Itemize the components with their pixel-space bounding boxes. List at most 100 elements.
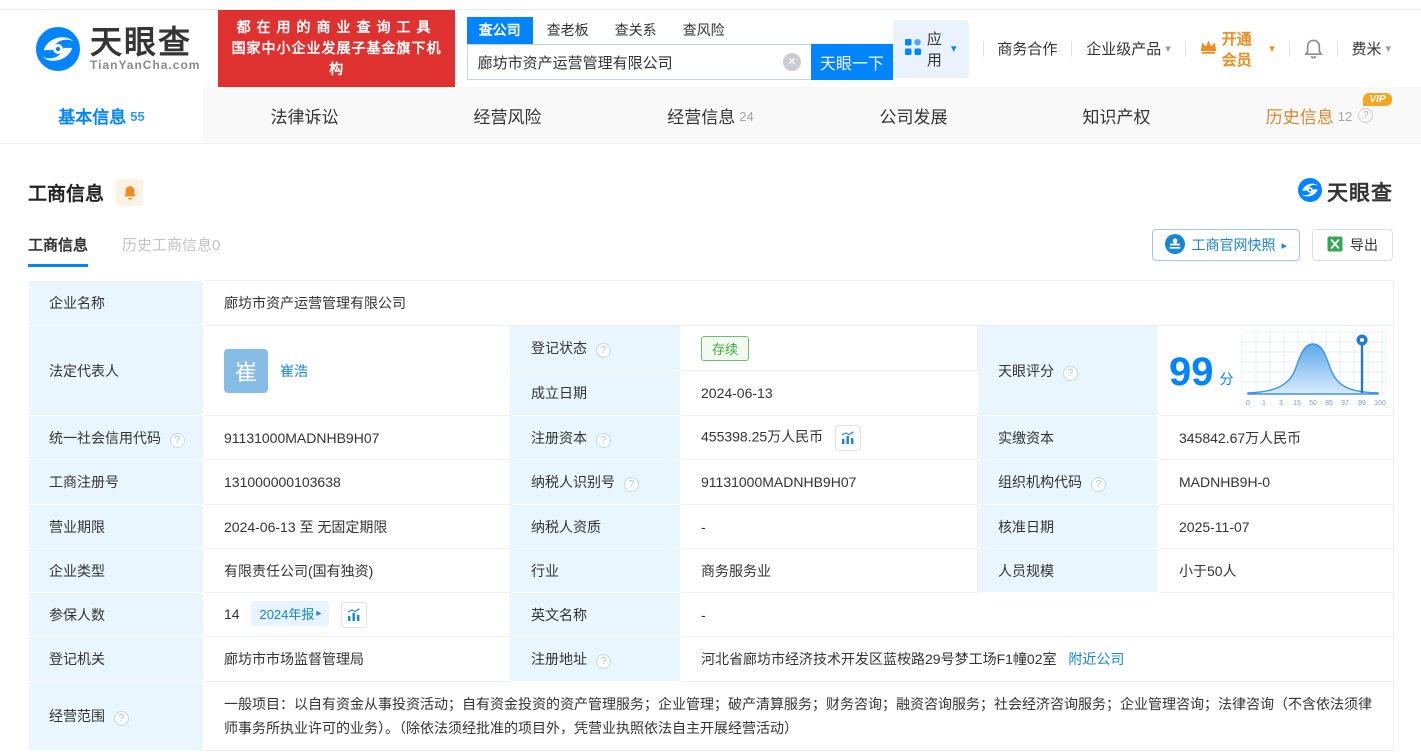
help-icon[interactable]: ?: [114, 711, 129, 726]
main-tab-bar: 基本信息 55 法律诉讼 经营风险 经营信息 24 公司发展 知识产权 VIP …: [0, 87, 1421, 144]
nav-item-enterprise-products[interactable]: 企业级产品 ▾: [1086, 38, 1171, 59]
subtab-history-business-info[interactable]: 历史工商信息0: [122, 234, 220, 267]
enterprise-label: 企业级产品: [1086, 38, 1161, 59]
nav-divider: [1185, 41, 1186, 57]
help-icon[interactable]: ?: [624, 477, 639, 492]
table-row: 工商注册号 131000000103638 纳税人识别号 ? 91131000M…: [29, 460, 1394, 505]
tab-basic-info[interactable]: 基本信息 55: [0, 87, 203, 143]
search-tab-risk[interactable]: 查风险: [671, 17, 737, 44]
reg-capital-label: 注册资本 ?: [511, 416, 681, 460]
reg-address-label: 注册地址 ?: [511, 637, 681, 682]
score-value: 99: [1169, 352, 1214, 392]
nearby-companies-link[interactable]: 附近公司: [1068, 651, 1124, 667]
tab-company-development[interactable]: 公司发展: [812, 87, 1015, 143]
help-icon[interactable]: ?: [596, 654, 611, 669]
section-title: 工商信息: [28, 179, 104, 206]
tab-label: 知识产权: [1083, 103, 1151, 128]
insured-count-cell: 14 2024年报 ▸: [204, 593, 511, 637]
status-badge: 存续: [701, 336, 749, 361]
nav-divider: [1289, 41, 1290, 57]
business-term-label: 营业期限: [29, 505, 204, 549]
search-area: 查公司 查老板 查关系 查风险 ✕ 天眼一下: [467, 17, 893, 80]
search-tab-company[interactable]: 查公司: [467, 17, 533, 44]
help-icon[interactable]: ?: [596, 433, 611, 448]
section-header: 工商信息 天眼查: [28, 177, 1393, 207]
tab-intellectual-property[interactable]: 知识产权: [1015, 87, 1218, 143]
svg-text:15: 15: [1293, 400, 1301, 407]
apps-grid-icon: [905, 39, 921, 59]
table-row: 法定代表人 崔 崔浩 登记状态 ? 存续 天眼评分 ? 99: [29, 326, 1394, 371]
tab-label: 基本信息: [58, 103, 126, 128]
chevron-down-icon: ▾: [1269, 42, 1275, 55]
score-label: 天眼评分 ?: [978, 326, 1159, 416]
tab-operation-risk[interactable]: 经营风险: [406, 87, 609, 143]
export-label: 导出: [1350, 235, 1378, 255]
taxpayer-id-value: 91131000MADNHB9H07: [681, 460, 978, 505]
reg-capital-cell: 455398.25万人民币: [681, 416, 978, 460]
tab-count: 12: [1338, 109, 1352, 124]
search-tab-boss[interactable]: 查老板: [535, 17, 601, 44]
label-text: 经营范围: [49, 708, 105, 724]
subscribe-bell-icon[interactable]: [116, 179, 143, 206]
insured-chart-icon[interactable]: [341, 602, 367, 628]
svg-text:85: 85: [1325, 400, 1333, 407]
site-logo[interactable]: 天眼查 TianYanCha.com: [36, 26, 200, 72]
tab-legal-litigation[interactable]: 法律诉讼: [203, 87, 406, 143]
chevron-down-icon: ▾: [1385, 42, 1391, 55]
subtab-row: 工商信息 历史工商信息0 工商官网快照 ▸: [28, 231, 1393, 267]
establish-date-value: 2024-06-13: [681, 371, 978, 416]
reg-number-value: 131000000103638: [204, 460, 511, 505]
svg-text:99: 99: [1358, 400, 1366, 407]
svg-text:50: 50: [1309, 400, 1317, 407]
annual-report-badge[interactable]: 2024年报 ▸: [251, 601, 329, 626]
tab-operation-info[interactable]: 经营信息 24: [609, 87, 812, 143]
tab-count: 55: [130, 109, 144, 124]
reg-capital-value: 455398.25万人民币: [701, 428, 823, 444]
paid-capital-value: 345842.67万人民币: [1159, 416, 1394, 460]
export-button[interactable]: 导出: [1312, 229, 1393, 261]
label-text: 天眼评分: [998, 363, 1054, 379]
search-tabs: 查公司 查老板 查关系 查风险: [467, 17, 893, 44]
search-input[interactable]: [467, 44, 811, 80]
table-row: 登记机关 廊坊市市场监督管理局 注册地址 ? 河北省廊坊市经济技术开发区蓝桉路2…: [29, 637, 1394, 682]
username-label: 费米: [1351, 38, 1381, 59]
search-button[interactable]: 天眼一下: [811, 44, 893, 80]
tab-history-info[interactable]: VIP 历史信息 12 ?: [1218, 87, 1421, 143]
approval-date-label: 核准日期: [978, 505, 1159, 549]
nav-divider: [1337, 41, 1338, 57]
taxpayer-quality-value: -: [681, 505, 978, 549]
tab-label: 历史信息: [1266, 103, 1334, 128]
legal-rep-avatar[interactable]: 崔: [224, 349, 268, 393]
user-menu[interactable]: 费米 ▾: [1351, 38, 1391, 59]
label-text: 组织机构代码: [998, 474, 1082, 490]
official-snapshot-button[interactable]: 工商官网快照 ▸: [1152, 229, 1300, 261]
chevron-down-icon: ▾: [1165, 42, 1171, 55]
clear-icon[interactable]: ✕: [783, 53, 801, 71]
nav-item-business-coop[interactable]: 商务合作: [997, 38, 1057, 59]
company-type-label: 企业类型: [29, 549, 204, 593]
excel-icon: [1327, 236, 1343, 255]
help-icon[interactable]: ?: [170, 433, 185, 448]
help-icon[interactable]: ?: [1358, 108, 1373, 123]
help-icon[interactable]: ?: [1063, 366, 1078, 381]
notification-bell-icon[interactable]: [1304, 39, 1323, 59]
help-icon[interactable]: ?: [1091, 477, 1106, 492]
credit-code-label: 统一社会信用代码 ?: [29, 416, 204, 460]
business-scope-value: 一般项目：以自有资金从事投资活动；自有资金投资的资产管理服务；企业管理；破产清算…: [204, 682, 1394, 751]
score-distribution-chart[interactable]: 0 1 3 15 50 85 97 99 100: [1240, 330, 1390, 413]
label-text: 统一社会信用代码: [49, 430, 161, 446]
search-tab-relation[interactable]: 查关系: [603, 17, 669, 44]
help-icon[interactable]: ?: [596, 343, 611, 358]
taxpayer-id-label: 纳税人识别号 ?: [511, 460, 681, 505]
legal-rep-link[interactable]: 崔浩: [280, 361, 308, 381]
business-term-value: 2024-06-13 至 无固定期限: [204, 505, 511, 549]
company-name-value: 廊坊市资产运营管理有限公司: [204, 281, 1394, 326]
watermark-logo: 天眼查: [1298, 177, 1393, 207]
apps-menu[interactable]: 应用 ▾: [893, 20, 969, 78]
paid-capital-label: 实缴资本: [978, 416, 1159, 460]
table-row: 经营范围 ? 一般项目：以自有资金从事投资活动；自有资金投资的资产管理服务；企业…: [29, 682, 1394, 751]
subtab-business-info[interactable]: 工商信息: [28, 234, 88, 267]
open-vip-button[interactable]: 开通会员 ▾: [1200, 28, 1275, 70]
capital-chart-icon[interactable]: [835, 425, 861, 451]
org-code-label: 组织机构代码 ?: [978, 460, 1159, 505]
